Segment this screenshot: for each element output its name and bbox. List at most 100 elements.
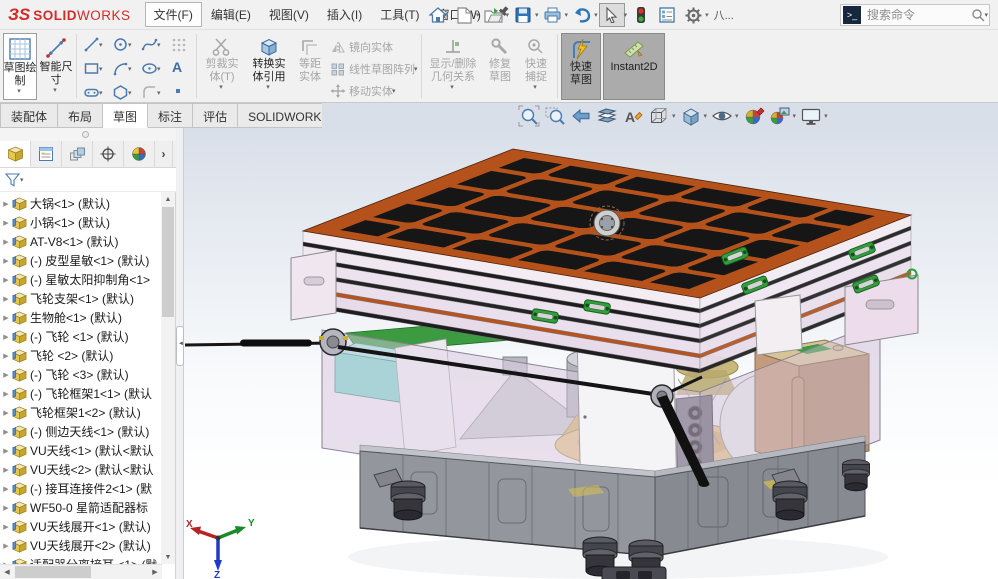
- open-file-caret[interactable]: ▾: [506, 11, 510, 19]
- propertymanager-tab[interactable]: [31, 141, 62, 167]
- print-icon[interactable]: [540, 3, 566, 27]
- tree-item-18[interactable]: ▶VU天线展开<2> (默认): [0, 536, 162, 555]
- search-magnifier-icon[interactable]: [971, 8, 985, 22]
- expand-arrow[interactable]: ▶: [0, 200, 12, 208]
- expand-arrow[interactable]: ▶: [0, 238, 12, 246]
- view-orientation-caret[interactable]: ▾: [672, 112, 676, 120]
- satellite-model[interactable]: [178, 127, 998, 579]
- expand-arrow[interactable]: ▶: [0, 447, 12, 455]
- hide-show-caret[interactable]: ▾: [735, 112, 739, 120]
- expand-arrow[interactable]: ▶: [0, 428, 12, 436]
- print-caret[interactable]: ▾: [565, 11, 569, 19]
- expand-arrow[interactable]: ▶: [0, 371, 12, 379]
- section-view-icon[interactable]: [595, 104, 619, 127]
- filter-caret[interactable]: ▾: [20, 176, 24, 184]
- gear-icon[interactable]: [680, 3, 706, 27]
- scroll-down-arrow[interactable]: ▼: [161, 550, 175, 564]
- search-scope-icon[interactable]: >_: [843, 6, 861, 24]
- view-settings-icon[interactable]: [799, 104, 823, 127]
- user-overflow-label[interactable]: 八...: [714, 7, 734, 23]
- tree-item-0[interactable]: ▶大锅<1> (默认): [0, 194, 162, 213]
- expand-arrow[interactable]: ▶: [0, 257, 12, 265]
- slot-tool-icon[interactable]: ▾: [83, 84, 104, 101]
- view-orientation-icon[interactable]: [647, 104, 671, 127]
- featuremanager-tab[interactable]: [0, 141, 31, 167]
- select-cursor-icon[interactable]: [599, 3, 625, 27]
- tree-item-3[interactable]: ▶(-) 皮型星敏<1> (默认): [0, 251, 162, 270]
- tree-item-11[interactable]: ▶飞轮框架1<2> (默认): [0, 403, 162, 422]
- panel-collapse-dot[interactable]: [82, 131, 89, 138]
- tree-item-16[interactable]: ▶WF50-0 星箭适配器标: [0, 498, 162, 517]
- panel-tabs-overflow[interactable]: ›: [155, 141, 173, 167]
- zoom-fit-icon[interactable]: [517, 104, 541, 127]
- display-style-icon[interactable]: [679, 104, 703, 127]
- expand-arrow[interactable]: ▶: [0, 314, 12, 322]
- scroll-left-arrow[interactable]: ◀: [0, 565, 14, 579]
- options-list-icon[interactable]: [654, 3, 680, 27]
- tree-item-4[interactable]: ▶(-) 星敏太阳抑制角<1>: [0, 270, 162, 289]
- menu-item-1[interactable]: 编辑(E): [202, 2, 260, 27]
- gear-caret[interactable]: ▾: [705, 11, 709, 19]
- expand-arrow[interactable]: ▶: [0, 466, 12, 474]
- tree-item-17[interactable]: ▶VU天线展开<1> (默认): [0, 517, 162, 536]
- tree-item-1[interactable]: ▶小锅<1> (默认): [0, 213, 162, 232]
- spline-tool-icon[interactable]: ▾: [141, 36, 162, 53]
- expand-arrow[interactable]: ▶: [0, 295, 12, 303]
- tree-item-7[interactable]: ▶(-) 飞轮 <1> (默认): [0, 327, 162, 346]
- doc-tab-0[interactable]: 装配体: [0, 103, 58, 128]
- search-caret[interactable]: ▾: [984, 11, 988, 19]
- tree-item-14[interactable]: ▶VU天线<2> (默认<默认: [0, 460, 162, 479]
- dimxpert-tab[interactable]: [93, 141, 124, 167]
- tree-item-6[interactable]: ▶生物舱<1> (默认): [0, 308, 162, 327]
- apply-scene-icon[interactable]: [768, 104, 792, 127]
- tree-item-19[interactable]: ▶适配器分离接耳 <1> (默: [0, 555, 162, 564]
- expand-arrow[interactable]: ▶: [0, 276, 12, 284]
- search-input[interactable]: [865, 7, 971, 23]
- expand-arrow[interactable]: ▶: [0, 390, 12, 398]
- polygon-tool-icon[interactable]: ▾: [112, 84, 133, 101]
- smart-dimension-button[interactable]: 智能尺寸 ▾: [39, 33, 73, 100]
- instant2d-button[interactable]: Instant2D: [603, 33, 665, 100]
- expand-arrow[interactable]: ▶: [0, 219, 12, 227]
- edit-appearance-icon[interactable]: [742, 104, 766, 127]
- tree-item-8[interactable]: ▶飞轮 <2> (默认): [0, 346, 162, 365]
- text-tool-icon[interactable]: A: [172, 59, 182, 75]
- select-cursor-caret[interactable]: ▾: [624, 11, 628, 19]
- graphics-viewport[interactable]: X Y Z: [184, 128, 998, 579]
- ellipse-tool-icon[interactable]: ▾: [141, 60, 162, 77]
- hscroll-thumb[interactable]: [15, 566, 91, 578]
- new-file-caret[interactable]: ▾: [476, 11, 480, 19]
- zoom-area-icon[interactable]: [543, 104, 567, 127]
- vscroll-thumb[interactable]: [162, 207, 174, 317]
- convert-entities-button[interactable]: 转换实体引用 ▾: [246, 33, 292, 100]
- doc-tab-1[interactable]: 布局: [58, 103, 103, 128]
- expand-arrow[interactable]: ▶: [0, 504, 12, 512]
- menu-item-2[interactable]: 视图(V): [260, 2, 318, 27]
- expand-arrow[interactable]: ▶: [0, 409, 12, 417]
- scroll-up-arrow[interactable]: ▲: [161, 192, 175, 206]
- scroll-right-arrow[interactable]: ▶: [148, 565, 162, 579]
- save-caret[interactable]: ▾: [535, 11, 539, 19]
- front-bracket[interactable]: [755, 295, 802, 355]
- expand-arrow[interactable]: ▶: [0, 333, 12, 341]
- tree-vertical-scrollbar[interactable]: ▲ ▼: [161, 192, 175, 564]
- menu-item-0[interactable]: 文件(F): [145, 2, 202, 27]
- open-file-icon[interactable]: [481, 3, 507, 27]
- doc-tab-2[interactable]: 草图: [103, 103, 148, 128]
- rectangle-tool-icon[interactable]: ▾: [83, 60, 104, 77]
- menu-item-3[interactable]: 插入(I): [318, 2, 371, 27]
- doc-tab-3[interactable]: 标注: [148, 103, 193, 128]
- apply-scene-caret[interactable]: ▾: [793, 112, 797, 120]
- tree-horizontal-scrollbar[interactable]: ◀ ▶: [0, 564, 162, 579]
- expand-arrow[interactable]: ▶: [0, 485, 12, 493]
- home-icon[interactable]: [425, 3, 451, 27]
- tree-item-10[interactable]: ▶(-) 飞轮框架1<1> (默认: [0, 384, 162, 403]
- hide-show-items-icon[interactable]: [710, 104, 734, 127]
- tree-item-15[interactable]: ▶(-) 接耳连接件2<1> (默: [0, 479, 162, 498]
- undo-icon[interactable]: [569, 3, 595, 27]
- sketch-button[interactable]: 草图绘制 ▾: [3, 33, 37, 100]
- configurationmanager-tab[interactable]: [62, 141, 93, 167]
- tree-item-12[interactable]: ▶(-) 侧边天线<1> (默认): [0, 422, 162, 441]
- display-style-caret[interactable]: ▾: [704, 112, 708, 120]
- tree-item-2[interactable]: ▶AT-V8<1> (默认): [0, 232, 162, 251]
